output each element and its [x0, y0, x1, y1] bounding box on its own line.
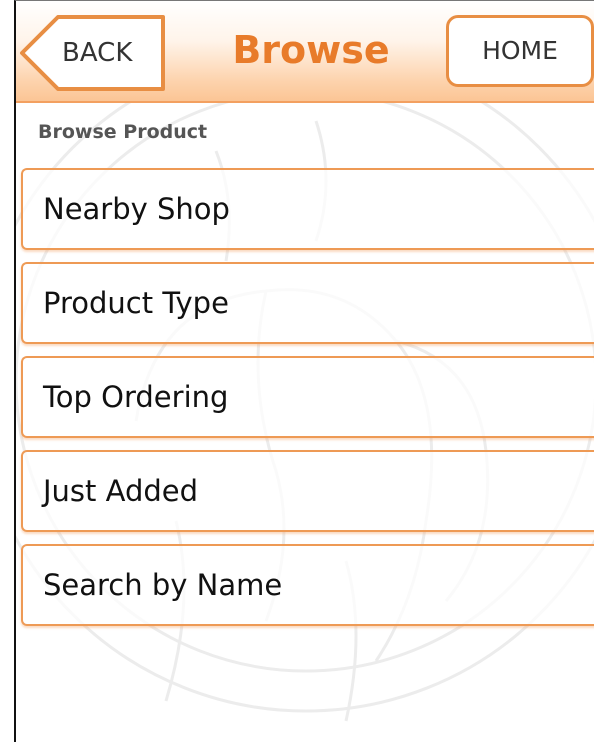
back-button-label: BACK	[62, 38, 133, 68]
menu-item-top-ordering[interactable]: Top Ordering	[21, 356, 594, 438]
app-frame: BACK Browse HOME Browse Product Nearby S…	[14, 0, 594, 742]
menu-item-product-type[interactable]: Product Type	[21, 262, 594, 344]
menu-item-just-added[interactable]: Just Added	[21, 450, 594, 532]
top-bar: BACK Browse HOME	[16, 1, 594, 103]
menu-item-nearby-shop[interactable]: Nearby Shop	[21, 168, 594, 250]
browse-menu: Nearby Shop Product Type Top Ordering Ju…	[21, 168, 594, 638]
home-button[interactable]: HOME	[446, 15, 594, 87]
menu-item-search-by-name[interactable]: Search by Name	[21, 544, 594, 626]
page-title: Browse	[232, 28, 390, 72]
back-button[interactable]: BACK	[18, 14, 168, 92]
section-heading: Browse Product	[38, 121, 208, 143]
